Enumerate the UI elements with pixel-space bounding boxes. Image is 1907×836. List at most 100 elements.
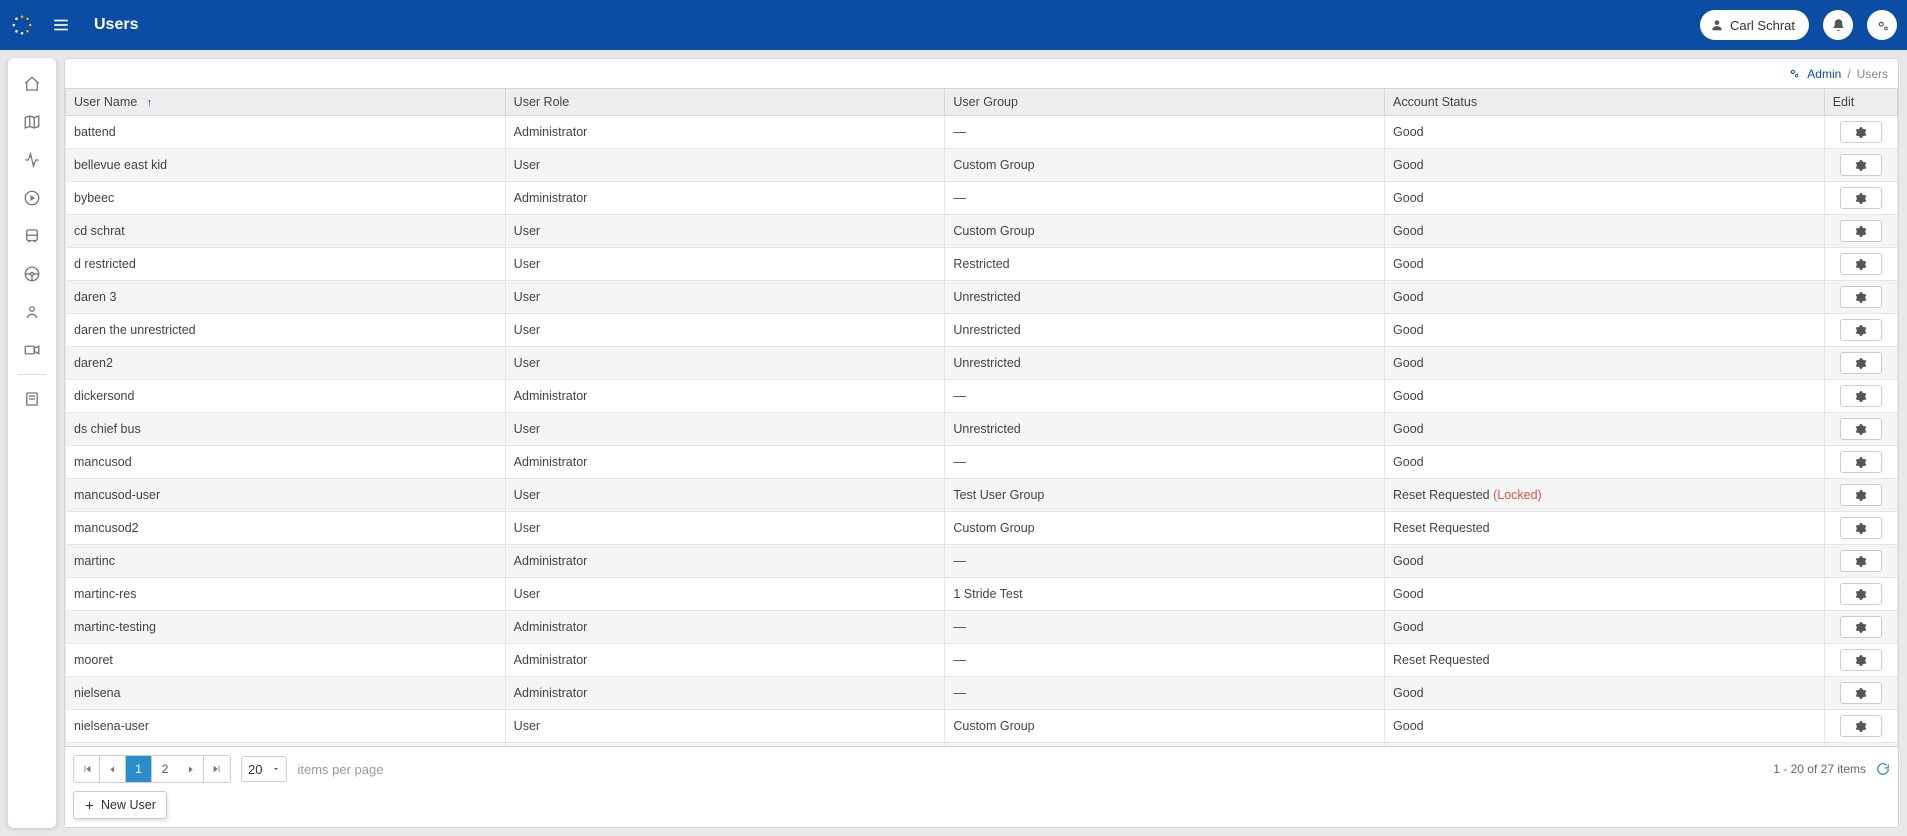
pager-page-2[interactable]: 2: [152, 756, 178, 782]
edit-row-button[interactable]: [1840, 121, 1882, 143]
pager-last-button[interactable]: [204, 756, 230, 782]
cell-status: Reset Requested: [1385, 512, 1825, 545]
cell-status: Good: [1385, 347, 1825, 380]
edit-row-button[interactable]: [1840, 451, 1882, 473]
cell-edit: [1824, 182, 1897, 215]
cell-group: —: [945, 611, 1385, 644]
edit-row-button[interactable]: [1840, 550, 1882, 572]
cell-role: Administrator: [505, 644, 945, 677]
cell-username: dickersond: [66, 380, 506, 413]
cell-role: Administrator: [505, 545, 945, 578]
refresh-button[interactable]: [1876, 762, 1890, 776]
cell-edit: [1824, 380, 1897, 413]
edit-row-button[interactable]: [1840, 715, 1882, 737]
locked-indicator: (Locked): [1490, 488, 1542, 502]
table-row: daren 3UserUnrestrictedGood: [66, 281, 1898, 314]
breadcrumb-admin-link[interactable]: Admin: [1807, 67, 1841, 81]
cell-role: User: [505, 512, 945, 545]
cell-username: bellevue east kid: [66, 149, 506, 182]
breadcrumb: Admin / Users: [64, 58, 1899, 88]
cell-status: Good: [1385, 182, 1825, 215]
col-header-username-label: User Name: [74, 95, 137, 109]
cell-username: bybeec: [66, 182, 506, 215]
table-row: cd schratUserCustom GroupGood: [66, 215, 1898, 248]
cell-role: Administrator: [505, 380, 945, 413]
edit-row-button[interactable]: [1840, 220, 1882, 242]
edit-row-button[interactable]: [1840, 616, 1882, 638]
cell-edit: [1824, 578, 1897, 611]
cell-username: daren the unrestricted: [66, 314, 506, 347]
edit-row-button[interactable]: [1840, 385, 1882, 407]
cell-group: Custom Group: [945, 215, 1385, 248]
edit-row-button[interactable]: [1840, 187, 1882, 209]
sidebar-item-people[interactable]: [14, 296, 50, 328]
cell-username: mancusod-user: [66, 479, 506, 512]
cell-role: User: [505, 281, 945, 314]
cell-role: User: [505, 149, 945, 182]
pager-prev-button[interactable]: [100, 756, 126, 782]
cell-group: —: [945, 644, 1385, 677]
cell-username: nielsena: [66, 677, 506, 710]
cell-group: Test User Group: [945, 479, 1385, 512]
sidebar-item-bus[interactable]: [14, 220, 50, 252]
col-header-username[interactable]: User Name ↑: [66, 89, 506, 116]
sidebar-item-activity[interactable]: [14, 144, 50, 176]
settings-button[interactable]: [1867, 10, 1897, 40]
sort-asc-icon: ↑: [147, 97, 153, 109]
cell-username: martinc-res: [66, 578, 506, 611]
pager-next-button[interactable]: [178, 756, 204, 782]
sidebar-item-reports[interactable]: [14, 383, 50, 415]
cell-status: Reset Requested: [1385, 644, 1825, 677]
sidebar-item-driver[interactable]: [14, 258, 50, 290]
cell-status: Good: [1385, 545, 1825, 578]
edit-row-button[interactable]: [1840, 682, 1882, 704]
cell-group: 1 Stride Test: [945, 578, 1385, 611]
bell-icon: [1831, 18, 1846, 33]
cell-edit: [1824, 347, 1897, 380]
col-header-status[interactable]: Account Status: [1385, 89, 1825, 116]
cell-edit: [1824, 215, 1897, 248]
hamburger-menu-icon[interactable]: [48, 12, 74, 38]
cell-group: —: [945, 380, 1385, 413]
sidebar-item-home[interactable]: [14, 68, 50, 100]
cell-group: Unrestricted: [945, 413, 1385, 446]
col-header-group[interactable]: User Group: [945, 89, 1385, 116]
new-user-button[interactable]: New User: [73, 791, 167, 819]
cell-edit: [1824, 611, 1897, 644]
pager-first-button[interactable]: [74, 756, 100, 782]
edit-row-button[interactable]: [1840, 517, 1882, 539]
pager-page-1[interactable]: 1: [126, 756, 152, 782]
cell-username: battend: [66, 116, 506, 149]
cell-username: daren 3: [66, 281, 506, 314]
gear-icon: [1854, 126, 1867, 139]
sidebar-item-map[interactable]: [14, 106, 50, 138]
cell-group: Custom Group: [945, 710, 1385, 743]
edit-row-button[interactable]: [1840, 484, 1882, 506]
edit-row-button[interactable]: [1840, 286, 1882, 308]
cell-role: User: [505, 479, 945, 512]
edit-row-button[interactable]: [1840, 649, 1882, 671]
cell-role: User: [505, 578, 945, 611]
edit-row-button[interactable]: [1840, 319, 1882, 341]
pager-summary: 1 - 20 of 27 items: [1773, 762, 1866, 776]
edit-row-button[interactable]: [1840, 352, 1882, 374]
edit-row-button[interactable]: [1840, 253, 1882, 275]
cell-role: User: [505, 314, 945, 347]
sidebar: [8, 58, 56, 828]
sidebar-item-play[interactable]: [14, 182, 50, 214]
edit-row-button[interactable]: [1840, 583, 1882, 605]
edit-row-button[interactable]: [1840, 154, 1882, 176]
table-row: mancusodAdministrator—Good: [66, 446, 1898, 479]
notifications-button[interactable]: [1823, 10, 1853, 40]
cell-username: nielsena-user: [66, 710, 506, 743]
sidebar-item-video[interactable]: [14, 334, 50, 366]
cell-edit: [1824, 116, 1897, 149]
user-chip[interactable]: Carl Schrat: [1700, 10, 1809, 40]
gears-icon: [1875, 18, 1890, 33]
cell-role: Administrator: [505, 182, 945, 215]
breadcrumb-current: Users: [1857, 67, 1888, 81]
edit-row-button[interactable]: [1840, 418, 1882, 440]
cell-group: —: [945, 446, 1385, 479]
col-header-role[interactable]: User Role: [505, 89, 945, 116]
page-size-select[interactable]: 20: [241, 756, 287, 782]
